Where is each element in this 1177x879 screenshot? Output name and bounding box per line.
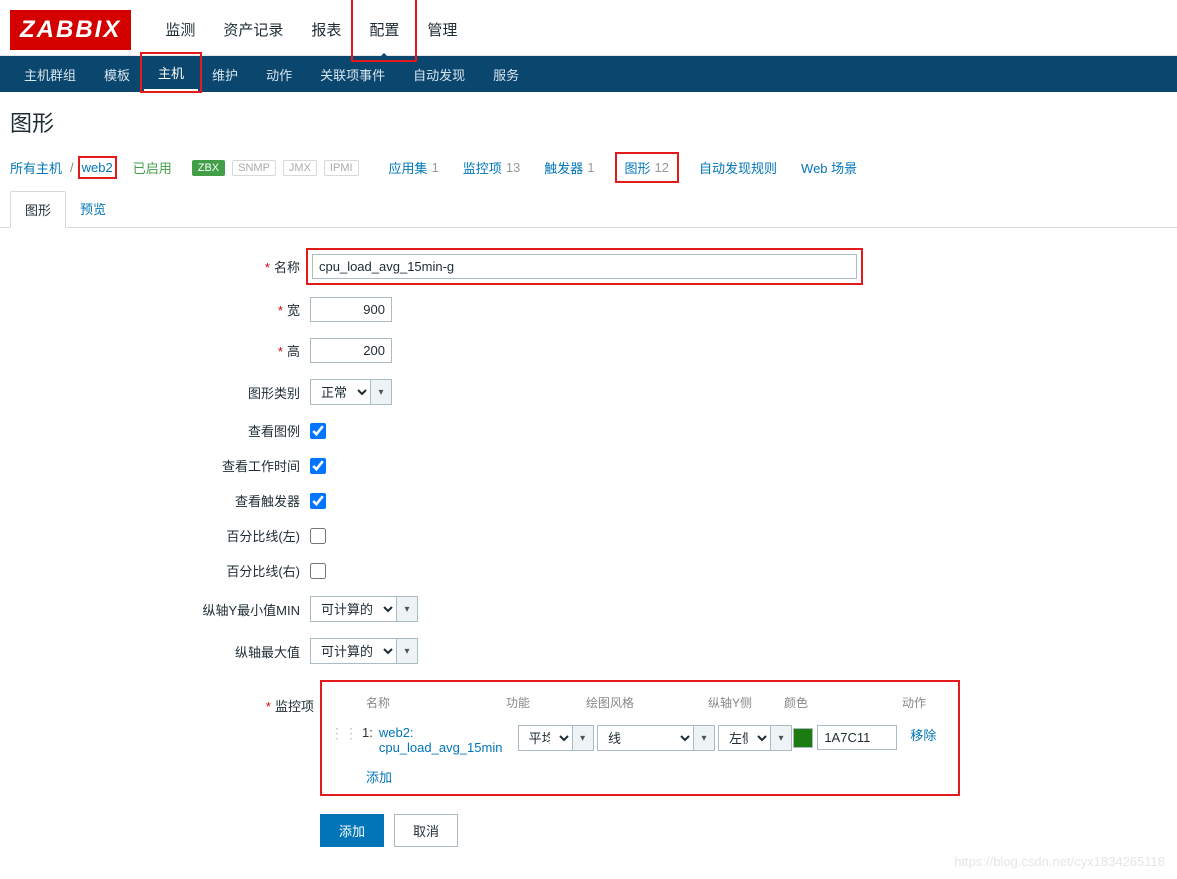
- items-head-color: 颜色: [784, 694, 902, 711]
- chevron-down-icon[interactable]: ▾: [370, 379, 392, 405]
- color-swatch[interactable]: [793, 728, 813, 748]
- add-button[interactable]: 添加: [320, 814, 384, 847]
- chevron-down-icon[interactable]: ▾: [693, 725, 715, 751]
- color-input[interactable]: [817, 725, 897, 750]
- subnav-discovery[interactable]: 自动发现: [399, 56, 479, 92]
- host-link[interactable]: web2: [82, 160, 113, 175]
- chevron-down-icon[interactable]: ▾: [770, 725, 792, 751]
- width-label: 宽: [287, 303, 300, 318]
- item-key-link[interactable]: cpu_load_avg_15min: [379, 740, 503, 755]
- items-head-name: 名称: [366, 694, 506, 711]
- topnav-configuration[interactable]: 配置: [355, 2, 413, 58]
- width-input[interactable]: [310, 297, 392, 322]
- height-label: 高: [287, 344, 300, 359]
- percent-left-checkbox[interactable]: [310, 528, 326, 544]
- ymax-label: 纵轴最大值: [235, 645, 300, 660]
- chevron-down-icon[interactable]: ▾: [572, 725, 594, 751]
- legend-checkbox[interactable]: [310, 423, 326, 439]
- sub-nav: 主机群组 模板 主机 维护 动作 关联项事件 自动发现 服务: [0, 56, 1177, 92]
- triggers-checkbox[interactable]: [310, 493, 326, 509]
- triggers-label: 查看触发器: [235, 494, 300, 509]
- chevron-down-icon[interactable]: ▾: [396, 638, 418, 664]
- percent-right-label: 百分比线(右): [226, 564, 300, 579]
- form-footer: 添加 取消: [320, 796, 1167, 865]
- badge-ipmi: IPMI: [324, 160, 359, 176]
- item-drawtype-select[interactable]: 线: [597, 725, 693, 751]
- host-info-row: 所有主机 / web2 已启用 ZBX SNMP JMX IPMI 应用集 1 监…: [0, 146, 1177, 191]
- items-label: 监控项: [275, 699, 314, 714]
- items-head-action: 动作: [902, 694, 942, 711]
- badge-zbx: ZBX: [192, 160, 225, 176]
- items-count: 13: [506, 160, 520, 175]
- type-label: 图形类别: [248, 386, 300, 401]
- name-label: 名称: [274, 260, 300, 275]
- legend-label: 查看图例: [248, 424, 300, 439]
- type-select[interactable]: 正常: [310, 379, 370, 405]
- items-link[interactable]: 监控项: [463, 158, 502, 177]
- tab-graph[interactable]: 图形: [10, 191, 66, 228]
- badge-jmx: JMX: [283, 160, 317, 176]
- items-area: *监控项 名称 功能 绘图风格 纵轴Y侧 颜色 动作 ⋮⋮ 1: web2: c…: [320, 680, 960, 796]
- chevron-down-icon[interactable]: ▾: [396, 596, 418, 622]
- graphs-link[interactable]: 图形: [625, 158, 651, 177]
- topnav-inventory[interactable]: 资产记录: [209, 2, 297, 58]
- top-nav: ZABBIX 监测 资产记录 报表 配置 管理: [0, 0, 1177, 56]
- all-hosts-link[interactable]: 所有主机: [10, 158, 62, 177]
- applications-link[interactable]: 应用集: [389, 158, 428, 177]
- tab-preview[interactable]: 预览: [66, 191, 120, 227]
- item-add-link[interactable]: 添加: [366, 770, 392, 785]
- item-row: ⋮⋮ 1: web2: cpu_load_avg_15min 平均▾ 线▾ 左侧…: [330, 721, 950, 759]
- cancel-button[interactable]: 取消: [394, 814, 458, 847]
- topnav-administration[interactable]: 管理: [413, 2, 471, 58]
- applications-count: 1: [432, 160, 439, 175]
- ymin-select[interactable]: 可计算的: [310, 596, 396, 622]
- subnav-correlation[interactable]: 关联项事件: [306, 56, 399, 92]
- discovery-link[interactable]: 自动发现规则: [699, 158, 777, 177]
- worktime-label: 查看工作时间: [222, 459, 300, 474]
- subnav-hosts[interactable]: 主机: [144, 56, 198, 92]
- percent-left-label: 百分比线(左): [226, 529, 300, 544]
- item-func-select[interactable]: 平均: [518, 725, 572, 751]
- items-head-drawtype: 绘图风格: [586, 694, 708, 711]
- topnav-monitoring[interactable]: 监测: [151, 2, 209, 58]
- subnav-templates[interactable]: 模板: [90, 56, 144, 92]
- subnav-maintenance[interactable]: 维护: [198, 56, 252, 92]
- worktime-checkbox[interactable]: [310, 458, 326, 474]
- graph-form: *名称 *宽 *高 图形类别 正常▾ 查看图例 查看工作时间 查看触发器 百分比…: [0, 228, 1177, 875]
- triggers-link[interactable]: 触发器: [544, 158, 583, 177]
- name-input[interactable]: [312, 254, 857, 279]
- badge-snmp: SNMP: [232, 160, 276, 176]
- ymax-select[interactable]: 可计算的: [310, 638, 396, 664]
- logo[interactable]: ZABBIX: [10, 10, 131, 50]
- item-index: 1:: [362, 725, 373, 740]
- item-yaxis-select[interactable]: 左侧: [718, 725, 770, 751]
- host-status: 已启用: [133, 158, 172, 177]
- subnav-services[interactable]: 服务: [479, 56, 533, 92]
- item-host-link[interactable]: web2:: [379, 725, 414, 740]
- ymin-label: 纵轴Y最小值MIN: [202, 603, 300, 618]
- height-input[interactable]: [310, 338, 392, 363]
- tabs: 图形 预览: [0, 191, 1177, 228]
- item-remove-link[interactable]: 移除: [910, 728, 936, 743]
- subnav-actions[interactable]: 动作: [252, 56, 306, 92]
- items-header-row: 名称 功能 绘图风格 纵轴Y侧 颜色 动作: [330, 694, 950, 721]
- graphs-count: 12: [655, 160, 669, 175]
- web-scenarios-link[interactable]: Web 场景: [801, 158, 857, 177]
- percent-right-checkbox[interactable]: [310, 563, 326, 579]
- items-head-yaxis: 纵轴Y侧: [708, 694, 784, 711]
- topnav-reports[interactable]: 报表: [297, 2, 355, 58]
- triggers-count: 1: [587, 160, 594, 175]
- drag-handle-icon[interactable]: ⋮⋮: [330, 725, 358, 742]
- items-head-func: 功能: [506, 694, 586, 711]
- subnav-hostgroups[interactable]: 主机群组: [10, 56, 90, 92]
- breadcrumb-sep: /: [70, 160, 74, 175]
- page-title: 图形: [10, 106, 1167, 138]
